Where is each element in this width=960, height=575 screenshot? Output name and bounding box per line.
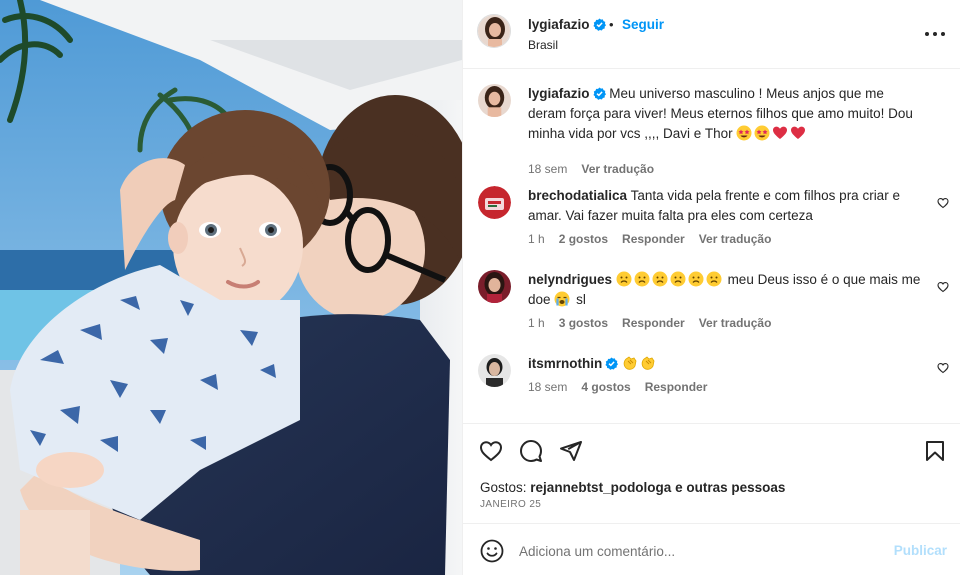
caption-username[interactable]: lygiafazio xyxy=(528,86,590,101)
comment-reply-link[interactable]: Responder xyxy=(622,316,685,330)
photo-illustration xyxy=(0,0,462,575)
commenter-username[interactable]: itsmrnothin xyxy=(528,356,602,371)
bookmark-icon[interactable] xyxy=(923,439,947,463)
frowning-face-emoji-icon xyxy=(706,271,722,287)
post-date[interactable]: JANEIRO 25 xyxy=(480,499,541,510)
likes-user-link[interactable]: rejannebtst_podologa xyxy=(530,480,671,495)
post-header: lygiafazio • Seguir Brasil xyxy=(463,0,960,69)
comment-bubble-icon[interactable] xyxy=(519,439,543,463)
comment-time[interactable]: 1 h xyxy=(528,316,545,330)
commenter-username[interactable]: brechodatialica xyxy=(528,188,627,203)
comment-likes-count[interactable]: 4 gostos xyxy=(581,380,630,394)
comment-meta: 18 sem 4 gostos Responder xyxy=(528,380,721,394)
comment-like-heart-icon[interactable] xyxy=(937,197,949,209)
red-heart-emoji-icon xyxy=(791,126,806,139)
frowning-face-emoji-icon xyxy=(616,271,632,287)
comment-text-block: itsmrnothin xyxy=(528,354,923,374)
comment-text-block: brechodatialica Tanta vida pela frente e… xyxy=(528,186,923,226)
loudly-crying-face-emoji-icon xyxy=(554,291,570,307)
smiley-icon[interactable] xyxy=(480,539,504,563)
comment-like-heart-icon[interactable] xyxy=(937,362,949,374)
commenter-avatar[interactable] xyxy=(478,186,511,219)
comment-meta: 1 h 3 gostos Responder Ver tradução xyxy=(528,316,785,330)
comment-meta: 1 h 2 gostos Responder Ver tradução xyxy=(528,232,785,246)
caption-translate-link[interactable]: Ver tradução xyxy=(581,162,654,176)
follow-button[interactable]: Seguir xyxy=(622,17,664,32)
comment-reply-link[interactable]: Responder xyxy=(645,380,708,394)
publish-button[interactable]: Publicar xyxy=(894,543,947,558)
comment-text-suffix: sl xyxy=(576,292,586,307)
author-avatar[interactable] xyxy=(477,14,511,48)
frowning-face-emoji-icon xyxy=(652,271,668,287)
likes-summary: Gostos: rejannebtst_podologa e outras pe… xyxy=(480,480,785,495)
clapping-hands-emoji-icon xyxy=(641,356,655,370)
verified-badge-icon xyxy=(592,18,606,31)
star-struck-emoji-icon xyxy=(754,125,770,141)
verified-badge-icon xyxy=(592,87,606,100)
frowning-face-emoji-icon xyxy=(634,271,650,287)
header-separator: • xyxy=(609,17,614,32)
frowning-face-emoji-icon xyxy=(688,271,704,287)
comment-translate-link[interactable]: Ver tradução xyxy=(699,316,772,330)
instagram-post: lygiafazio • Seguir Brasil lygiafazio Me… xyxy=(0,0,960,575)
comment-reply-link[interactable]: Responder xyxy=(622,232,685,246)
post-action-bar xyxy=(463,423,960,473)
commenter-username[interactable]: nelyndrigues xyxy=(528,272,612,287)
comment-input[interactable] xyxy=(519,540,889,562)
comment-time[interactable]: 1 h xyxy=(528,232,545,246)
commenter-avatar[interactable] xyxy=(478,354,511,387)
post-side-panel: lygiafazio • Seguir Brasil lygiafazio Me… xyxy=(462,0,960,575)
caption-text-block: lygiafazio Meu universo masculino ! Meus… xyxy=(528,84,923,144)
comments-section[interactable]: lygiafazio Meu universo masculino ! Meus… xyxy=(463,70,960,422)
red-heart-emoji-icon xyxy=(773,126,788,139)
more-options-icon[interactable] xyxy=(925,25,945,43)
author-username[interactable]: lygiafazio xyxy=(528,17,606,32)
likes-prefix: Gostos: xyxy=(480,480,527,495)
add-comment-bar: Publicar xyxy=(463,523,960,575)
paper-plane-icon[interactable] xyxy=(559,439,583,463)
comment-likes-count[interactable]: 2 gostos xyxy=(559,232,608,246)
likes-others-link[interactable]: e outras pessoas xyxy=(675,480,785,495)
verified-badge-icon xyxy=(605,357,619,370)
post-location[interactable]: Brasil xyxy=(528,38,558,52)
clapping-hands-emoji-icon xyxy=(623,356,637,370)
post-photo[interactable] xyxy=(0,0,462,575)
comment-text-block: nelyndrigues meu Deus isso é o que mais … xyxy=(528,270,923,310)
comment-likes-count[interactable]: 3 gostos xyxy=(559,316,608,330)
star-struck-emoji-icon xyxy=(736,125,752,141)
comment-time[interactable]: 18 sem xyxy=(528,380,567,394)
caption-time[interactable]: 18 sem xyxy=(528,162,567,176)
frowning-face-emoji-icon xyxy=(670,271,686,287)
heart-icon[interactable] xyxy=(479,439,503,463)
author-username-text[interactable]: lygiafazio xyxy=(528,17,590,32)
caption-meta: 18 sem Ver tradução xyxy=(528,162,668,176)
caption-author-avatar[interactable] xyxy=(478,84,511,117)
commenter-avatar[interactable] xyxy=(478,270,511,303)
comment-like-heart-icon[interactable] xyxy=(937,281,949,293)
comment-translate-link[interactable]: Ver tradução xyxy=(699,232,772,246)
